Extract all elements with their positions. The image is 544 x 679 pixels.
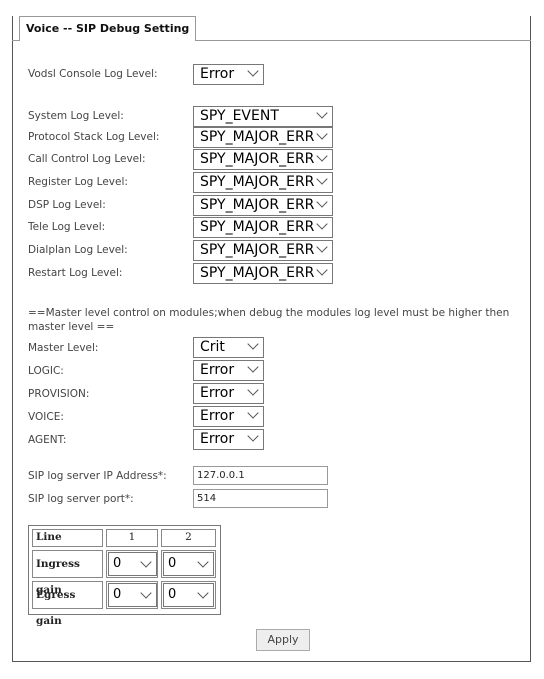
chevron-down-icon: [316, 150, 328, 162]
dsp-log-select[interactable]: SPY_MAJOR_ERR: [193, 195, 333, 216]
chevron-down-icon: [316, 241, 328, 253]
system-log-select[interactable]: SPY_EVENT: [193, 106, 333, 127]
restart-log-select[interactable]: SPY_MAJOR_ERR: [193, 263, 333, 284]
voice-label: VOICE:: [28, 411, 64, 423]
agent-select[interactable]: Error: [193, 429, 264, 450]
chevron-down-icon: [197, 587, 209, 599]
ingress-gain-line-1-select[interactable]: 0: [108, 552, 157, 576]
agent-label: AGENT:: [28, 434, 67, 446]
restart-log-label: Restart Log Level:: [28, 267, 123, 279]
chevron-down-icon: [316, 173, 328, 185]
chevron-down-icon: [316, 107, 328, 119]
chevron-down-icon: [247, 65, 259, 77]
chevron-down-icon: [316, 218, 328, 230]
chevron-down-icon: [247, 338, 259, 350]
sip-log-server-ip-input[interactable]: 127.0.0.1: [193, 466, 328, 485]
logic-select[interactable]: Error: [193, 360, 264, 381]
master-level-note: ==Master level control on modules;when d…: [28, 307, 510, 333]
sip-log-server-port-input[interactable]: 514: [193, 489, 328, 508]
ingress-gain-line-2-value: 0: [168, 556, 177, 571]
chevron-down-icon: [316, 128, 328, 140]
chevron-down-icon: [140, 587, 152, 599]
egress-gain-line-2-value: 0: [168, 587, 177, 602]
protocol-stack-log-select[interactable]: SPY_MAJOR_ERR: [193, 127, 333, 148]
chevron-down-icon: [140, 556, 152, 568]
restart-log-value: SPY_MAJOR_ERR: [200, 265, 315, 281]
egress-gain-label: Egress gain: [32, 581, 103, 627]
tele-log-select[interactable]: SPY_MAJOR_ERR: [193, 217, 333, 238]
logic-value: Error: [200, 362, 235, 378]
dialplan-log-select[interactable]: SPY_MAJOR_ERR: [193, 240, 333, 261]
dialplan-log-label: Dialplan Log Level:: [28, 244, 128, 256]
voice-value: Error: [200, 408, 235, 424]
egress-gain-line-2-select[interactable]: 0: [163, 583, 214, 607]
vodsl-console-value: Error: [200, 66, 235, 82]
system-log-label: System Log Level:: [28, 110, 124, 122]
chevron-down-icon: [197, 556, 209, 568]
protocol-stack-log-label: Protocol Stack Log Level:: [28, 131, 160, 143]
provision-select[interactable]: Error: [193, 383, 264, 404]
line-1-header: 1: [106, 529, 158, 547]
chevron-down-icon: [247, 407, 259, 419]
ingress-gain-line-2-select[interactable]: 0: [163, 552, 214, 576]
vodsl-console-label: Vodsl Console Log Level:: [28, 68, 158, 80]
tele-log-value: SPY_MAJOR_ERR: [200, 219, 315, 235]
register-log-value: SPY_MAJOR_ERR: [200, 174, 315, 190]
call-control-log-select[interactable]: SPY_MAJOR_ERR: [193, 149, 333, 170]
voice-select[interactable]: Error: [193, 406, 264, 427]
provision-label: PROVISION:: [28, 388, 90, 400]
call-control-log-value: SPY_MAJOR_ERR: [200, 151, 315, 167]
chevron-down-icon: [316, 196, 328, 208]
ingress-gain-label: Ingress gain: [32, 550, 103, 596]
provision-value: Error: [200, 385, 235, 401]
tab-sip-debug-setting[interactable]: Voice -- SIP Debug Setting: [19, 16, 197, 41]
master-level-label: Master Level:: [28, 342, 99, 354]
call-control-log-label: Call Control Log Level:: [28, 153, 146, 165]
egress-gain-line-1-value: 0: [113, 587, 122, 602]
chevron-down-icon: [247, 430, 259, 442]
sip-log-server-port-label: SIP log server port*:: [28, 493, 134, 505]
vodsl-console-select[interactable]: Error: [193, 64, 264, 85]
agent-value: Error: [200, 431, 235, 447]
chevron-down-icon: [247, 361, 259, 373]
master-level-select[interactable]: Crit: [193, 337, 264, 358]
tele-log-label: Tele Log Level:: [28, 221, 106, 233]
line-2-header: 2: [161, 529, 216, 547]
apply-button[interactable]: Apply: [256, 629, 310, 651]
master-level-value: Crit: [200, 339, 225, 355]
dsp-log-label: DSP Log Level:: [28, 199, 106, 211]
register-log-label: Register Log Level:: [28, 176, 128, 188]
system-log-value: SPY_EVENT: [200, 108, 279, 124]
ingress-gain-line-1-value: 0: [113, 556, 122, 571]
dialplan-log-value: SPY_MAJOR_ERR: [200, 242, 315, 258]
register-log-select[interactable]: SPY_MAJOR_ERR: [193, 172, 333, 193]
protocol-stack-log-value: SPY_MAJOR_ERR: [200, 129, 315, 145]
logic-label: LOGIC:: [28, 365, 64, 377]
gain-table: Line 1 2 Ingress gain 0 0 Egress gain 0 …: [28, 525, 221, 627]
egress-gain-line-1-select[interactable]: 0: [108, 583, 157, 607]
chevron-down-icon: [316, 264, 328, 276]
dsp-log-value: SPY_MAJOR_ERR: [200, 197, 315, 213]
line-header: Line: [32, 529, 103, 547]
chevron-down-icon: [247, 384, 259, 396]
sip-log-server-ip-label: SIP log server IP Address*:: [28, 470, 167, 482]
